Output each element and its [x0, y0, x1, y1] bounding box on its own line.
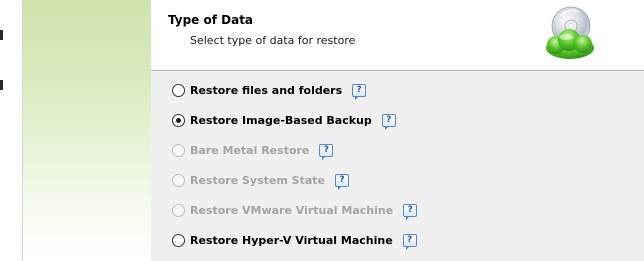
options-panel: Restore files and folders ? Restore Imag…	[151, 71, 644, 261]
wizard-header: Type of Data Select type of data for res…	[151, 0, 644, 71]
option-restore-hyperv-vm[interactable]: Restore Hyper-V Virtual Machine ?	[172, 231, 417, 250]
option-label: Restore Image-Based Backup	[190, 113, 372, 127]
radio-button-disabled	[172, 203, 185, 217]
help-icon[interactable]: ?	[352, 83, 367, 100]
help-icon[interactable]: ?	[334, 173, 349, 190]
radio-button-disabled	[172, 173, 185, 187]
option-label: Restore VMware Virtual Machine	[190, 203, 394, 217]
background-window-fragment	[0, 80, 3, 90]
option-restore-system-state: Restore System State ?	[172, 171, 349, 190]
radio-button[interactable]	[172, 233, 185, 247]
page-subtitle: Select type of data for restore	[190, 34, 356, 47]
option-label: Restore Hyper-V Virtual Machine	[190, 233, 393, 247]
help-icon[interactable]: ?	[319, 143, 334, 160]
help-icon[interactable]: ?	[403, 203, 418, 220]
page-title: Type of Data	[168, 13, 254, 27]
radio-dot	[176, 117, 181, 123]
help-icon[interactable]: ?	[381, 113, 396, 130]
option-restore-image-based-backup[interactable]: Restore Image-Based Backup ?	[172, 111, 396, 130]
background-window-edge	[0, 0, 23, 261]
background-window-fragment	[0, 30, 3, 40]
option-restore-files-folders[interactable]: Restore files and folders ?	[172, 81, 367, 100]
help-icon[interactable]: ?	[402, 233, 417, 250]
option-restore-vmware-vm: Restore VMware Virtual Machine ?	[172, 201, 418, 220]
option-label: Restore System State	[190, 173, 325, 187]
option-bare-metal-restore: Bare Metal Restore ?	[172, 141, 334, 160]
radio-button[interactable]	[172, 83, 185, 97]
option-label: Restore files and folders	[190, 83, 343, 97]
cloud-disc-logo-icon	[546, 6, 594, 59]
option-label: Bare Metal Restore	[190, 143, 310, 157]
radio-button-disabled	[172, 143, 185, 157]
radio-button-selected[interactable]	[172, 113, 185, 127]
wizard-sidebar	[23, 0, 151, 261]
